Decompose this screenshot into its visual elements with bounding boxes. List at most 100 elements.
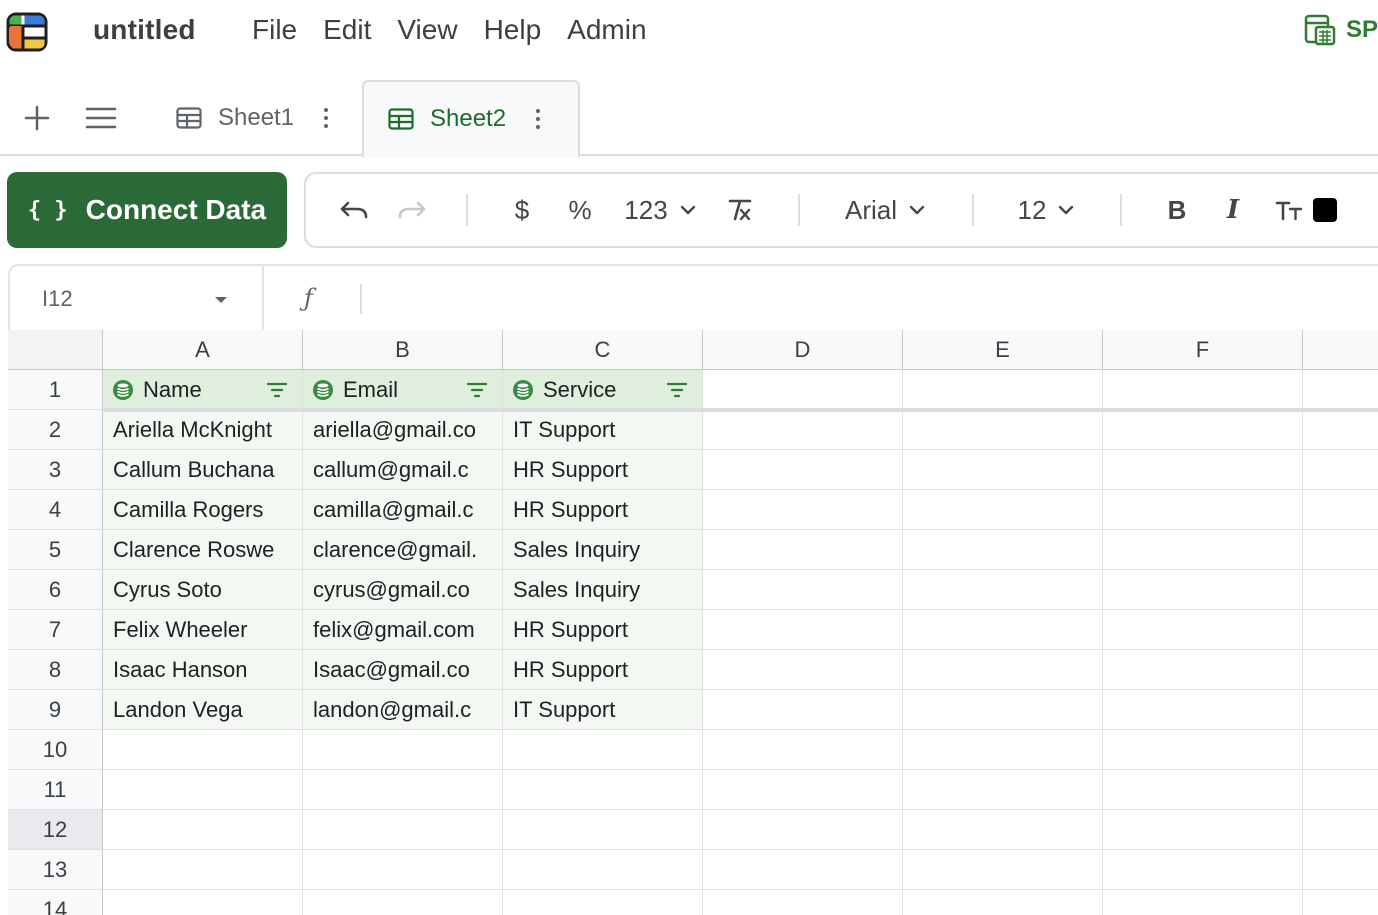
empty-cell[interactable] <box>103 730 303 770</box>
empty-cell[interactable] <box>303 810 503 850</box>
empty-cell[interactable] <box>703 530 903 570</box>
data-cell[interactable]: Ariella McKnight <box>103 410 303 450</box>
empty-cell[interactable] <box>1103 490 1303 530</box>
menu-help[interactable]: Help <box>484 14 542 46</box>
empty-cell[interactable] <box>1303 730 1378 770</box>
data-cell[interactable]: callum@gmail.c <box>303 450 503 490</box>
empty-cell[interactable] <box>1103 410 1303 450</box>
empty-cell[interactable] <box>1103 690 1303 730</box>
empty-cell[interactable] <box>1103 850 1303 890</box>
bold-button[interactable]: B <box>1162 174 1192 246</box>
row-header-8[interactable]: 8 <box>8 650 103 690</box>
empty-cell[interactable] <box>903 410 1103 450</box>
data-cell[interactable]: IT Support <box>503 690 703 730</box>
empty-cell[interactable] <box>703 890 903 915</box>
empty-cell[interactable] <box>1303 690 1378 730</box>
empty-cell[interactable] <box>903 890 1103 915</box>
empty-cell[interactable] <box>1103 730 1303 770</box>
empty-cell[interactable] <box>903 450 1103 490</box>
menu-file[interactable]: File <box>252 14 297 46</box>
column-header-d[interactable]: D <box>703 330 903 370</box>
empty-cell[interactable] <box>503 890 703 915</box>
empty-cell[interactable] <box>303 850 503 890</box>
empty-cell[interactable] <box>903 730 1103 770</box>
empty-cell[interactable] <box>903 810 1103 850</box>
empty-cell[interactable] <box>703 410 903 450</box>
text-color-button[interactable] <box>1312 174 1338 246</box>
empty-cell[interactable] <box>1303 490 1378 530</box>
empty-cell[interactable] <box>903 530 1103 570</box>
empty-cell[interactable] <box>103 810 303 850</box>
empty-cell[interactable] <box>703 810 903 850</box>
tab-sheet2[interactable]: Sheet2 <box>362 80 580 158</box>
data-cell[interactable]: felix@gmail.com <box>303 610 503 650</box>
empty-cell[interactable] <box>703 770 903 810</box>
percent-format-button[interactable]: % <box>562 174 598 246</box>
clear-format-button[interactable] <box>722 174 758 246</box>
empty-cell[interactable] <box>903 370 1103 410</box>
empty-cell[interactable] <box>703 370 903 410</box>
data-cell[interactable]: ariella@gmail.co <box>303 410 503 450</box>
empty-cell[interactable] <box>903 490 1103 530</box>
empty-cell[interactable] <box>903 770 1103 810</box>
empty-cell[interactable] <box>1103 450 1303 490</box>
empty-cell[interactable] <box>503 770 703 810</box>
empty-cell[interactable] <box>1303 770 1378 810</box>
data-cell[interactable]: Felix Wheeler <box>103 610 303 650</box>
empty-cell[interactable] <box>1303 650 1378 690</box>
currency-format-button[interactable]: $ <box>504 174 540 246</box>
column-header-a[interactable]: A <box>103 330 303 370</box>
data-cell[interactable]: cyrus@gmail.co <box>303 570 503 610</box>
empty-cell[interactable] <box>1303 610 1378 650</box>
empty-cell[interactable] <box>903 570 1103 610</box>
empty-cell[interactable] <box>103 890 303 915</box>
empty-cell[interactable] <box>903 610 1103 650</box>
empty-cell[interactable] <box>703 730 903 770</box>
empty-cell[interactable] <box>703 450 903 490</box>
formula-input[interactable] <box>376 274 1366 322</box>
text-size-button[interactable] <box>1272 174 1306 246</box>
empty-cell[interactable] <box>1103 530 1303 570</box>
empty-cell[interactable] <box>703 490 903 530</box>
menu-admin[interactable]: Admin <box>567 14 646 46</box>
empty-cell[interactable] <box>903 690 1103 730</box>
empty-cell[interactable] <box>1303 370 1378 410</box>
document-title[interactable]: untitled <box>93 14 196 46</box>
row-header-11[interactable]: 11 <box>8 770 103 810</box>
empty-cell[interactable] <box>303 770 503 810</box>
empty-cell[interactable] <box>1303 450 1378 490</box>
data-cell[interactable]: Isaac Hanson <box>103 650 303 690</box>
menu-view[interactable]: View <box>397 14 457 46</box>
empty-cell[interactable] <box>1303 530 1378 570</box>
spreadsheet-badge[interactable]: SP <box>1304 14 1378 46</box>
empty-cell[interactable] <box>1303 810 1378 850</box>
data-cell[interactable]: Sales Inquiry <box>503 530 703 570</box>
connect-data-button[interactable]: { } Connect Data <box>7 172 287 248</box>
data-cell[interactable]: Sales Inquiry <box>503 570 703 610</box>
name-box[interactable]: I12 <box>10 266 264 330</box>
row-header-5[interactable]: 5 <box>8 530 103 570</box>
font-size-dropdown[interactable]: 12 <box>1014 174 1078 246</box>
row-header-14[interactable]: 14 <box>8 890 103 915</box>
row-header-3[interactable]: 3 <box>8 450 103 490</box>
filter-icon[interactable] <box>266 382 288 398</box>
filter-icon[interactable] <box>466 382 488 398</box>
empty-cell[interactable] <box>1103 890 1303 915</box>
data-cell[interactable]: HR Support <box>503 450 703 490</box>
row-header-9[interactable]: 9 <box>8 690 103 730</box>
header-cell-email[interactable]: Email <box>303 370 503 410</box>
data-cell[interactable]: camilla@gmail.c <box>303 490 503 530</box>
column-header-c[interactable]: C <box>503 330 703 370</box>
empty-cell[interactable] <box>1103 770 1303 810</box>
all-sheets-button[interactable] <box>83 100 119 136</box>
empty-cell[interactable] <box>503 730 703 770</box>
add-sheet-button[interactable] <box>19 100 55 136</box>
number-format-dropdown[interactable]: 123 <box>620 174 700 246</box>
data-cell[interactable]: Cyrus Soto <box>103 570 303 610</box>
row-header-6[interactable]: 6 <box>8 570 103 610</box>
tab-sheet2-more-icon[interactable] <box>536 109 541 129</box>
row-header-7[interactable]: 7 <box>8 610 103 650</box>
empty-cell[interactable] <box>703 850 903 890</box>
app-logo-icon[interactable] <box>6 12 48 52</box>
italic-button[interactable]: I <box>1218 174 1248 246</box>
